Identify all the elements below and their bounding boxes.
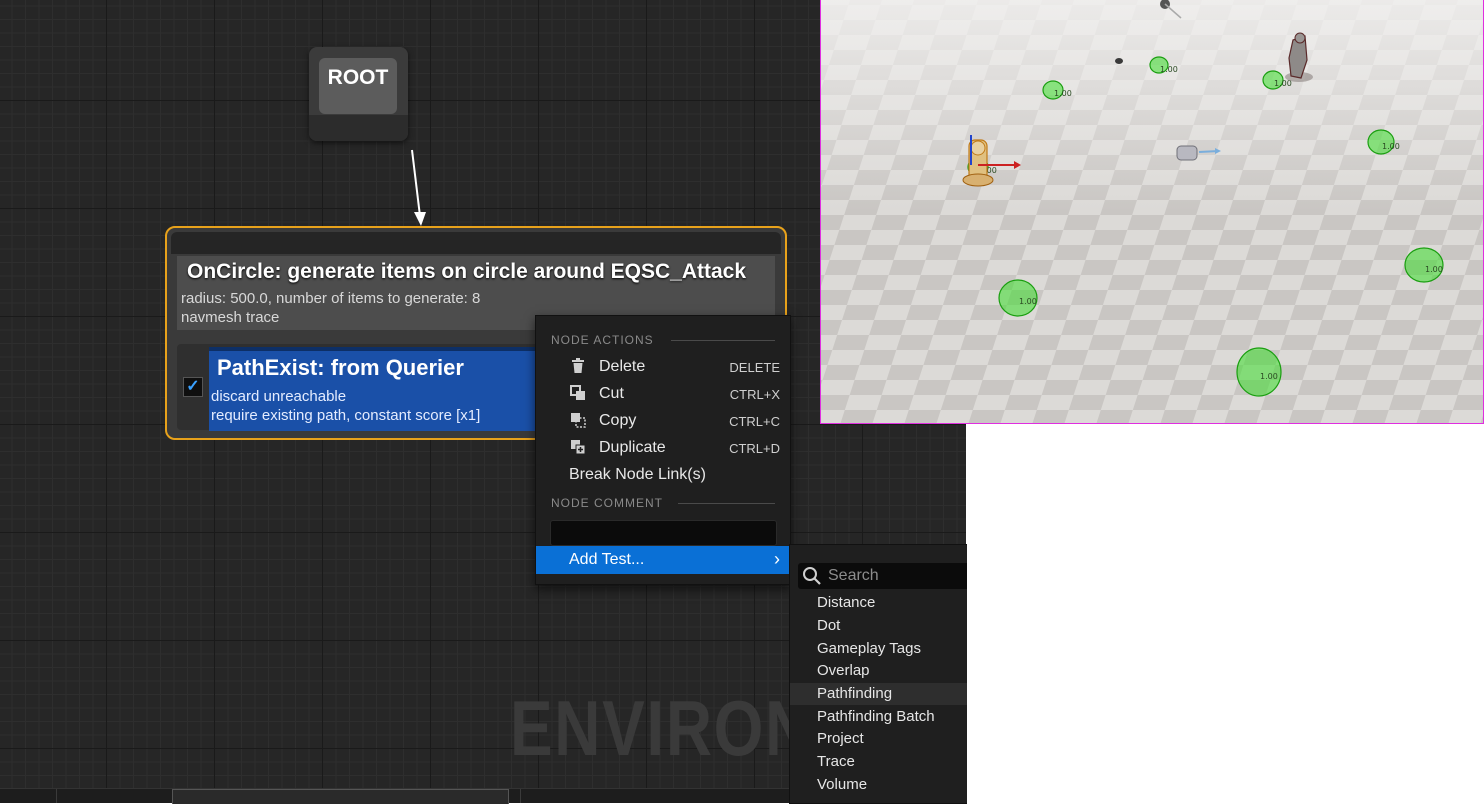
submenu-item-label: Overlap — [817, 662, 870, 679]
root-node-label: ROOT — [319, 58, 397, 114]
viewport-scene: 1.00 1.00 1.00 1.00 1.00 1.00 1.00 1.00 — [821, 0, 1483, 423]
menu-item-duplicate[interactable]: Duplicate CTRL+D — [536, 435, 790, 461]
item-score-label: 1.00 — [1260, 372, 1278, 381]
test-node-line1: discard unreachable — [211, 388, 347, 405]
item-score-label: 1.00 — [1425, 265, 1443, 274]
menu-item-copy[interactable]: Copy CTRL+C — [536, 408, 790, 434]
submenu-item-gameplay-tags[interactable]: Gameplay Tags — [790, 638, 967, 660]
submenu-item-label: Project — [817, 730, 864, 747]
root-node[interactable]: ROOT — [309, 47, 408, 141]
generator-node-title: OnCircle: generate items on circle aroun… — [187, 260, 747, 283]
root-node-output-pin[interactable] — [309, 115, 408, 141]
generator-node-input-pin[interactable] — [171, 232, 781, 254]
section-divider — [678, 503, 775, 504]
copy-icon — [569, 412, 587, 430]
submenu-item-label: Gameplay Tags — [817, 640, 921, 657]
level-viewport[interactable]: 1.00 1.00 1.00 1.00 1.00 1.00 1.00 1.00 — [820, 0, 1484, 424]
section-divider — [671, 340, 775, 341]
node-context-menu: NODE ACTIONS Delete DELETE Cut CTRL+X Co… — [535, 315, 791, 585]
submenu-item-label: Volume — [817, 776, 868, 793]
test-node-line2: require existing path, constant score [x… — [211, 407, 481, 424]
test-node-title: PathExist: from Querier — [217, 355, 464, 380]
submenu-item-label: Pathfinding — [817, 685, 893, 702]
menu-item-shortcut: DELETE — [729, 360, 780, 375]
submenu-item-label: Pathfinding Batch — [817, 708, 935, 725]
item-score-label: 1.00 — [1382, 142, 1400, 151]
menu-item-label: Duplicate — [599, 439, 666, 456]
duplicate-icon — [569, 439, 587, 457]
menu-item-break-links[interactable]: Break Node Link(s) — [536, 462, 790, 488]
submenu-item-label: Trace — [817, 753, 855, 770]
submenu-search — [798, 563, 967, 589]
add-test-submenu: Distance Dot Gameplay Tags Overlap Pathf… — [789, 544, 967, 804]
submenu-item-volume[interactable]: Volume — [790, 774, 967, 796]
cut-icon — [569, 385, 587, 403]
trash-icon — [569, 358, 587, 376]
menu-item-shortcut: CTRL+X — [729, 387, 780, 402]
test-enabled-checkbox[interactable]: ✓ — [183, 377, 203, 397]
menu-item-label: Add Test... — [569, 551, 645, 568]
scene-marker — [1115, 58, 1123, 64]
chevron-right-icon: › — [774, 549, 780, 569]
submenu-item-dot[interactable]: Dot — [790, 615, 967, 637]
submenu-item-label: Distance — [817, 594, 876, 611]
submenu-item-label: Dot — [817, 617, 841, 634]
search-input[interactable] — [828, 565, 963, 587]
submenu-item-distance[interactable]: Distance — [790, 592, 967, 614]
section-node-comment: NODE COMMENT — [551, 496, 663, 510]
submenu-item-project[interactable]: Project — [790, 728, 967, 750]
menu-item-delete[interactable]: Delete DELETE — [536, 354, 790, 380]
menu-item-shortcut: CTRL+C — [729, 414, 780, 429]
submenu-item-pathfinding[interactable]: Pathfinding — [790, 683, 967, 705]
node-comment-input[interactable] — [550, 520, 777, 546]
submenu-item-overlap[interactable]: Overlap — [790, 660, 967, 682]
item-score-label: 1.00 — [1160, 65, 1178, 74]
item-score-label: 1.00 — [1019, 297, 1037, 306]
generator-node-params: radius: 500.0, number of items to genera… — [181, 290, 481, 307]
item-score-label: 1.00 — [1054, 89, 1072, 98]
submenu-item-trace[interactable]: Trace — [790, 751, 967, 773]
section-node-actions: NODE ACTIONS — [551, 333, 654, 347]
submenu-item-pathfinding-batch[interactable]: Pathfinding Batch — [790, 706, 967, 728]
menu-item-label: Copy — [599, 412, 637, 429]
menu-item-add-test[interactable]: Add Test... › — [536, 546, 790, 574]
generator-node-trace: navmesh trace — [181, 309, 280, 326]
search-icon — [803, 567, 821, 585]
menu-item-label: Cut — [599, 385, 624, 402]
menu-item-cut[interactable]: Cut CTRL+X — [536, 381, 790, 407]
menu-item-label: Delete — [599, 358, 646, 375]
menu-item-label: Break Node Link(s) — [569, 466, 706, 483]
menu-item-shortcut: CTRL+D — [729, 441, 780, 456]
